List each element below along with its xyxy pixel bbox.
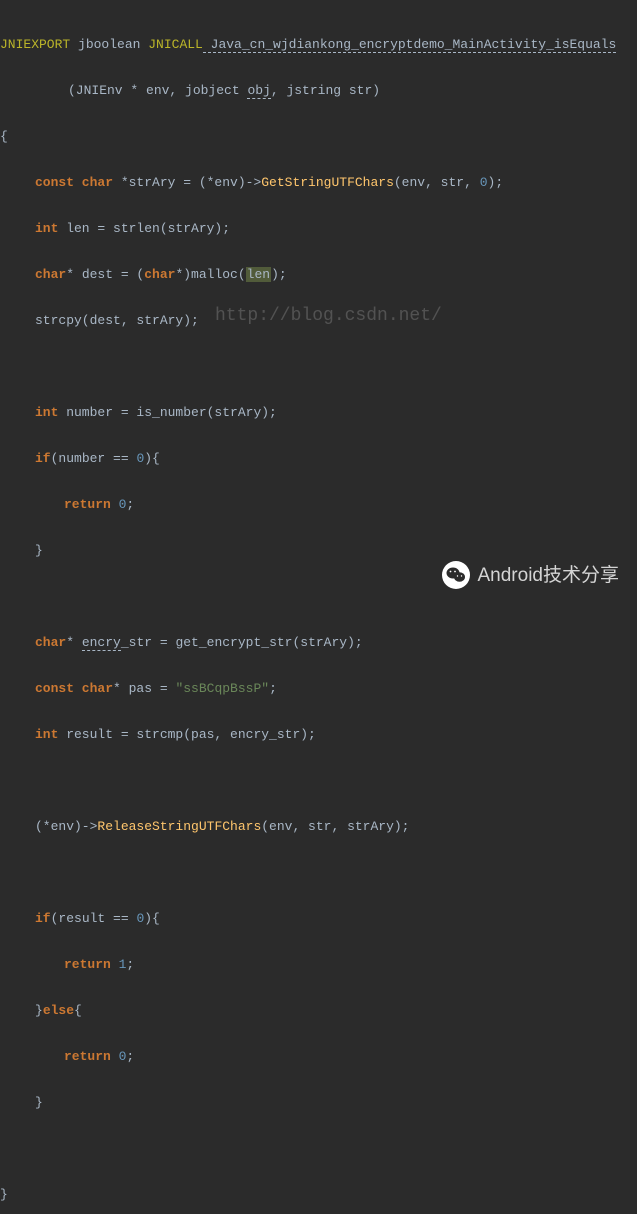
const-char-kw: const char — [35, 681, 113, 696]
semicolon: ; — [126, 497, 134, 512]
jboolean-text: jboolean — [70, 37, 148, 52]
env-deref: (*env)-> — [35, 819, 97, 834]
brace-close: } — [35, 1095, 43, 1110]
ptr-star: * — [66, 635, 82, 650]
wechat-icon — [442, 561, 470, 589]
release-args: (env, str, strAry); — [261, 819, 409, 834]
getstring-args: (env, str, — [394, 175, 480, 190]
param-tail: , jstring str) — [271, 83, 380, 98]
int-kw: int — [35, 221, 58, 236]
len-decl: len = strlen(strAry); — [58, 221, 230, 236]
return-kw: return — [64, 957, 111, 972]
result-decl: result = strcmp(pas, encry_str); — [58, 727, 315, 742]
pas-decl: * pas = — [113, 681, 175, 696]
code-editor[interactable]: JNIEXPORT jboolean JNICALL Java_cn_wjdia… — [0, 0, 637, 1214]
char-kw: char — [35, 635, 66, 650]
stmt-end: ); — [488, 175, 504, 190]
number-decl: number = is_number(strAry); — [58, 405, 276, 420]
string-literal: "ssBCqpBssP" — [175, 681, 269, 696]
return-kw: return — [64, 1049, 111, 1064]
if-cond: (number == — [51, 451, 137, 466]
getstring-method: GetStringUTFChars — [261, 175, 394, 190]
if-kw: if — [35, 911, 51, 926]
brace-open: { — [0, 129, 8, 144]
release-method: ReleaseStringUTFChars — [97, 819, 261, 834]
char-cast-kw: char — [144, 267, 175, 282]
jniexport-kw: JNIEXPORT — [0, 37, 70, 52]
param-obj: obj — [247, 83, 270, 99]
int-kw: int — [35, 727, 58, 742]
if-kw: if — [35, 451, 51, 466]
if-cond: (result == — [51, 911, 137, 926]
brace-open: { — [74, 1003, 82, 1018]
return-kw: return — [64, 497, 111, 512]
jnicall-kw: JNICALL — [148, 37, 203, 52]
strary-decl: *strAry = (*env)-> — [113, 175, 261, 190]
brace-close: } — [35, 1003, 43, 1018]
param-line: (JNIEnv * env, jobject — [68, 83, 247, 98]
brace-close: } — [35, 543, 43, 558]
encry-rest: _str = get_encrypt_str(strAry); — [121, 635, 363, 650]
zero-literal: 0 — [136, 911, 144, 926]
len-highlighted: len — [246, 267, 271, 282]
function-name: Java_cn_wjdiankong_encryptdemo_MainActiv… — [203, 37, 616, 53]
malloc-call: *)malloc( — [175, 267, 245, 282]
zero-literal: 0 — [480, 175, 488, 190]
brace-close-fn: } — [0, 1187, 8, 1202]
semicolon: ; — [269, 681, 277, 696]
return-val: 0 — [111, 497, 127, 512]
stmt-end: ); — [271, 267, 287, 282]
if-end: ){ — [144, 911, 160, 926]
semicolon: ; — [126, 957, 134, 972]
strcpy-call: strcpy(dest, strAry); — [35, 313, 199, 328]
const-char-kw: const char — [35, 175, 113, 190]
footer-badge: Android技术分享 — [442, 561, 620, 589]
encry-var: encry — [82, 635, 121, 651]
dest-decl1: * dest = ( — [66, 267, 144, 282]
char-kw: char — [35, 267, 66, 282]
footer-text: Android技术分享 — [478, 564, 620, 587]
return-val: 0 — [111, 1049, 127, 1064]
if-end: ){ — [144, 451, 160, 466]
int-kw: int — [35, 405, 58, 420]
semicolon: ; — [126, 1049, 134, 1064]
else-kw: else — [43, 1003, 74, 1018]
return-val: 1 — [111, 957, 127, 972]
